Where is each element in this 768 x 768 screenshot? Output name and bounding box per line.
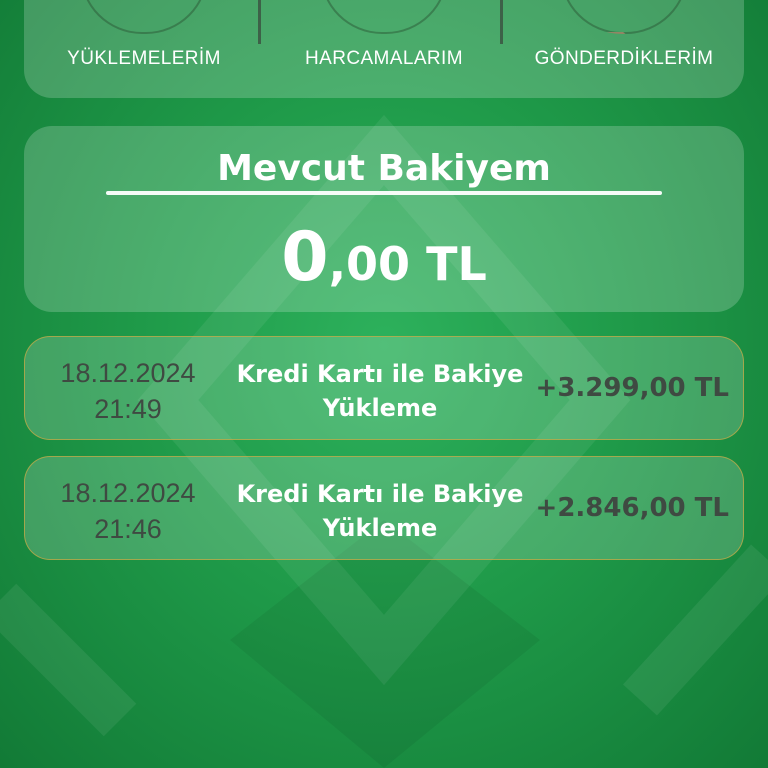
nav-item-label: GÖNDERDİKLERİM — [534, 48, 714, 69]
navigation-card: YÜKLEMELERİM HARCAMALARIM GÖNDERDİKLERİM — [24, 0, 744, 98]
transaction-time: 21:46 — [94, 514, 162, 544]
transaction-date: 18.12.2024 — [60, 478, 196, 508]
transaction-description: Kredi Kartı ile Bakiye Yükleme — [236, 480, 524, 542]
transaction-row[interactable]: 18.12.2024 21:46 Kredi Kartı ile Bakiye … — [24, 456, 744, 560]
transaction-datetime: 18.12.2024 21:49 — [53, 355, 203, 427]
nav-divider — [500, 0, 503, 44]
balance-card: Mevcut Bakiyem 0,00 TL — [24, 126, 744, 312]
balance-amount-int: 0 — [281, 218, 329, 297]
transaction-datetime: 18.12.2024 21:46 — [53, 475, 203, 547]
nav-item-label: YÜKLEMELERİM — [67, 48, 221, 69]
nav-divider — [258, 0, 261, 44]
send-money-icon — [560, 0, 688, 34]
transaction-time: 21:49 — [94, 394, 162, 424]
transaction-row[interactable]: 18.12.2024 21:49 Kredi Kartı ile Bakiye … — [24, 336, 744, 440]
balance-amount: 0,00 TL — [24, 218, 744, 297]
transaction-amount: +3.299,00 TL — [535, 373, 729, 403]
balance-amount-frac: ,00 TL — [328, 237, 487, 291]
nav-item-uploads[interactable]: YÜKLEMELERİM — [24, 0, 264, 98]
nav-item-sent[interactable]: GÖNDERDİKLERİM — [504, 0, 744, 98]
transaction-description: Kredi Kartı ile Bakiye Yükleme — [236, 360, 524, 422]
card-icon — [320, 0, 448, 34]
nav-item-spendings[interactable]: HARCAMALARIM — [264, 0, 504, 98]
transaction-date: 18.12.2024 — [60, 358, 196, 388]
transaction-amount: +2.846,00 TL — [535, 493, 729, 523]
divider — [106, 191, 662, 195]
balance-title: Mevcut Bakiyem — [217, 148, 551, 189]
nav-item-label: HARCAMALARIM — [305, 48, 463, 69]
wallet-icon — [80, 0, 208, 34]
